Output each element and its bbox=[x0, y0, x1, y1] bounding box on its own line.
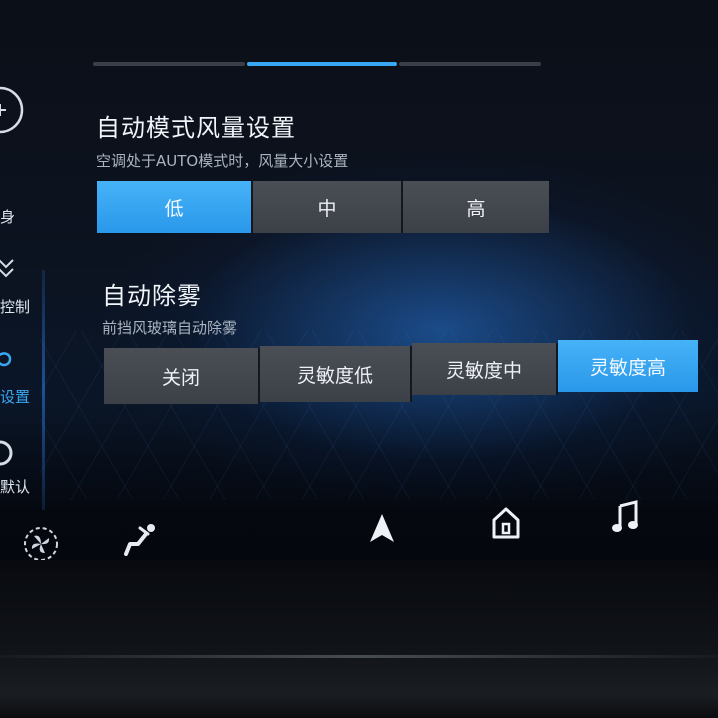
page-indicator-segment bbox=[399, 62, 541, 66]
defog-subtitle: 前挡风玻璃自动除雾 bbox=[102, 319, 238, 337]
sidebar-scroll-indicator bbox=[42, 270, 45, 510]
fan-high-button[interactable]: 高 bbox=[403, 181, 549, 233]
sidebar-item-body[interactable]: 身 bbox=[0, 206, 15, 227]
infotainment-screen: 身 控制 设置 默认 自动模式风量设置 空调处于AUTO模式时，风量大小设置 低… bbox=[0, 0, 718, 640]
bezel-highlight bbox=[0, 655, 718, 658]
defog-off-button[interactable]: 关闭 bbox=[104, 348, 260, 404]
sidebar-item-default[interactable]: 默认 bbox=[0, 476, 30, 497]
defog-title: 自动除雾 bbox=[102, 282, 202, 310]
defog-options: 关闭 灵敏度低 灵敏度中 灵敏度高 bbox=[104, 340, 698, 404]
home-icon[interactable] bbox=[490, 506, 522, 540]
defog-sensitivity-high-button[interactable]: 灵敏度高 bbox=[558, 340, 698, 392]
defog-sensitivity-low-button[interactable]: 灵敏度低 bbox=[260, 346, 412, 402]
auto-fan-title: 自动模式风量设置 bbox=[96, 114, 296, 142]
auto-fan-options: 低 中 高 bbox=[97, 181, 549, 233]
screen-bezel bbox=[0, 560, 718, 718]
sidebar-item-control[interactable]: 控制 bbox=[0, 296, 30, 317]
navigation-arrow-icon[interactable] bbox=[368, 512, 396, 544]
page-indicator-segment bbox=[93, 62, 245, 66]
seat-airflow-icon[interactable] bbox=[120, 520, 162, 560]
fan-low-button[interactable]: 低 bbox=[97, 181, 253, 233]
settings-gear-icon[interactable] bbox=[0, 75, 40, 145]
link-settings-icon bbox=[0, 352, 12, 367]
music-note-icon[interactable] bbox=[610, 500, 640, 534]
auto-fan-subtitle: 空调处于AUTO模式时，风量大小设置 bbox=[96, 152, 349, 170]
reset-icon bbox=[0, 440, 13, 466]
fan-medium-button[interactable]: 中 bbox=[253, 181, 403, 233]
sidebar-item-settings[interactable]: 设置 bbox=[0, 386, 30, 407]
control-icon bbox=[0, 259, 14, 278]
page-indicator-segment-active bbox=[247, 62, 397, 66]
fan-icon[interactable] bbox=[22, 525, 60, 563]
defog-sensitivity-medium-button[interactable]: 灵敏度中 bbox=[412, 343, 558, 395]
